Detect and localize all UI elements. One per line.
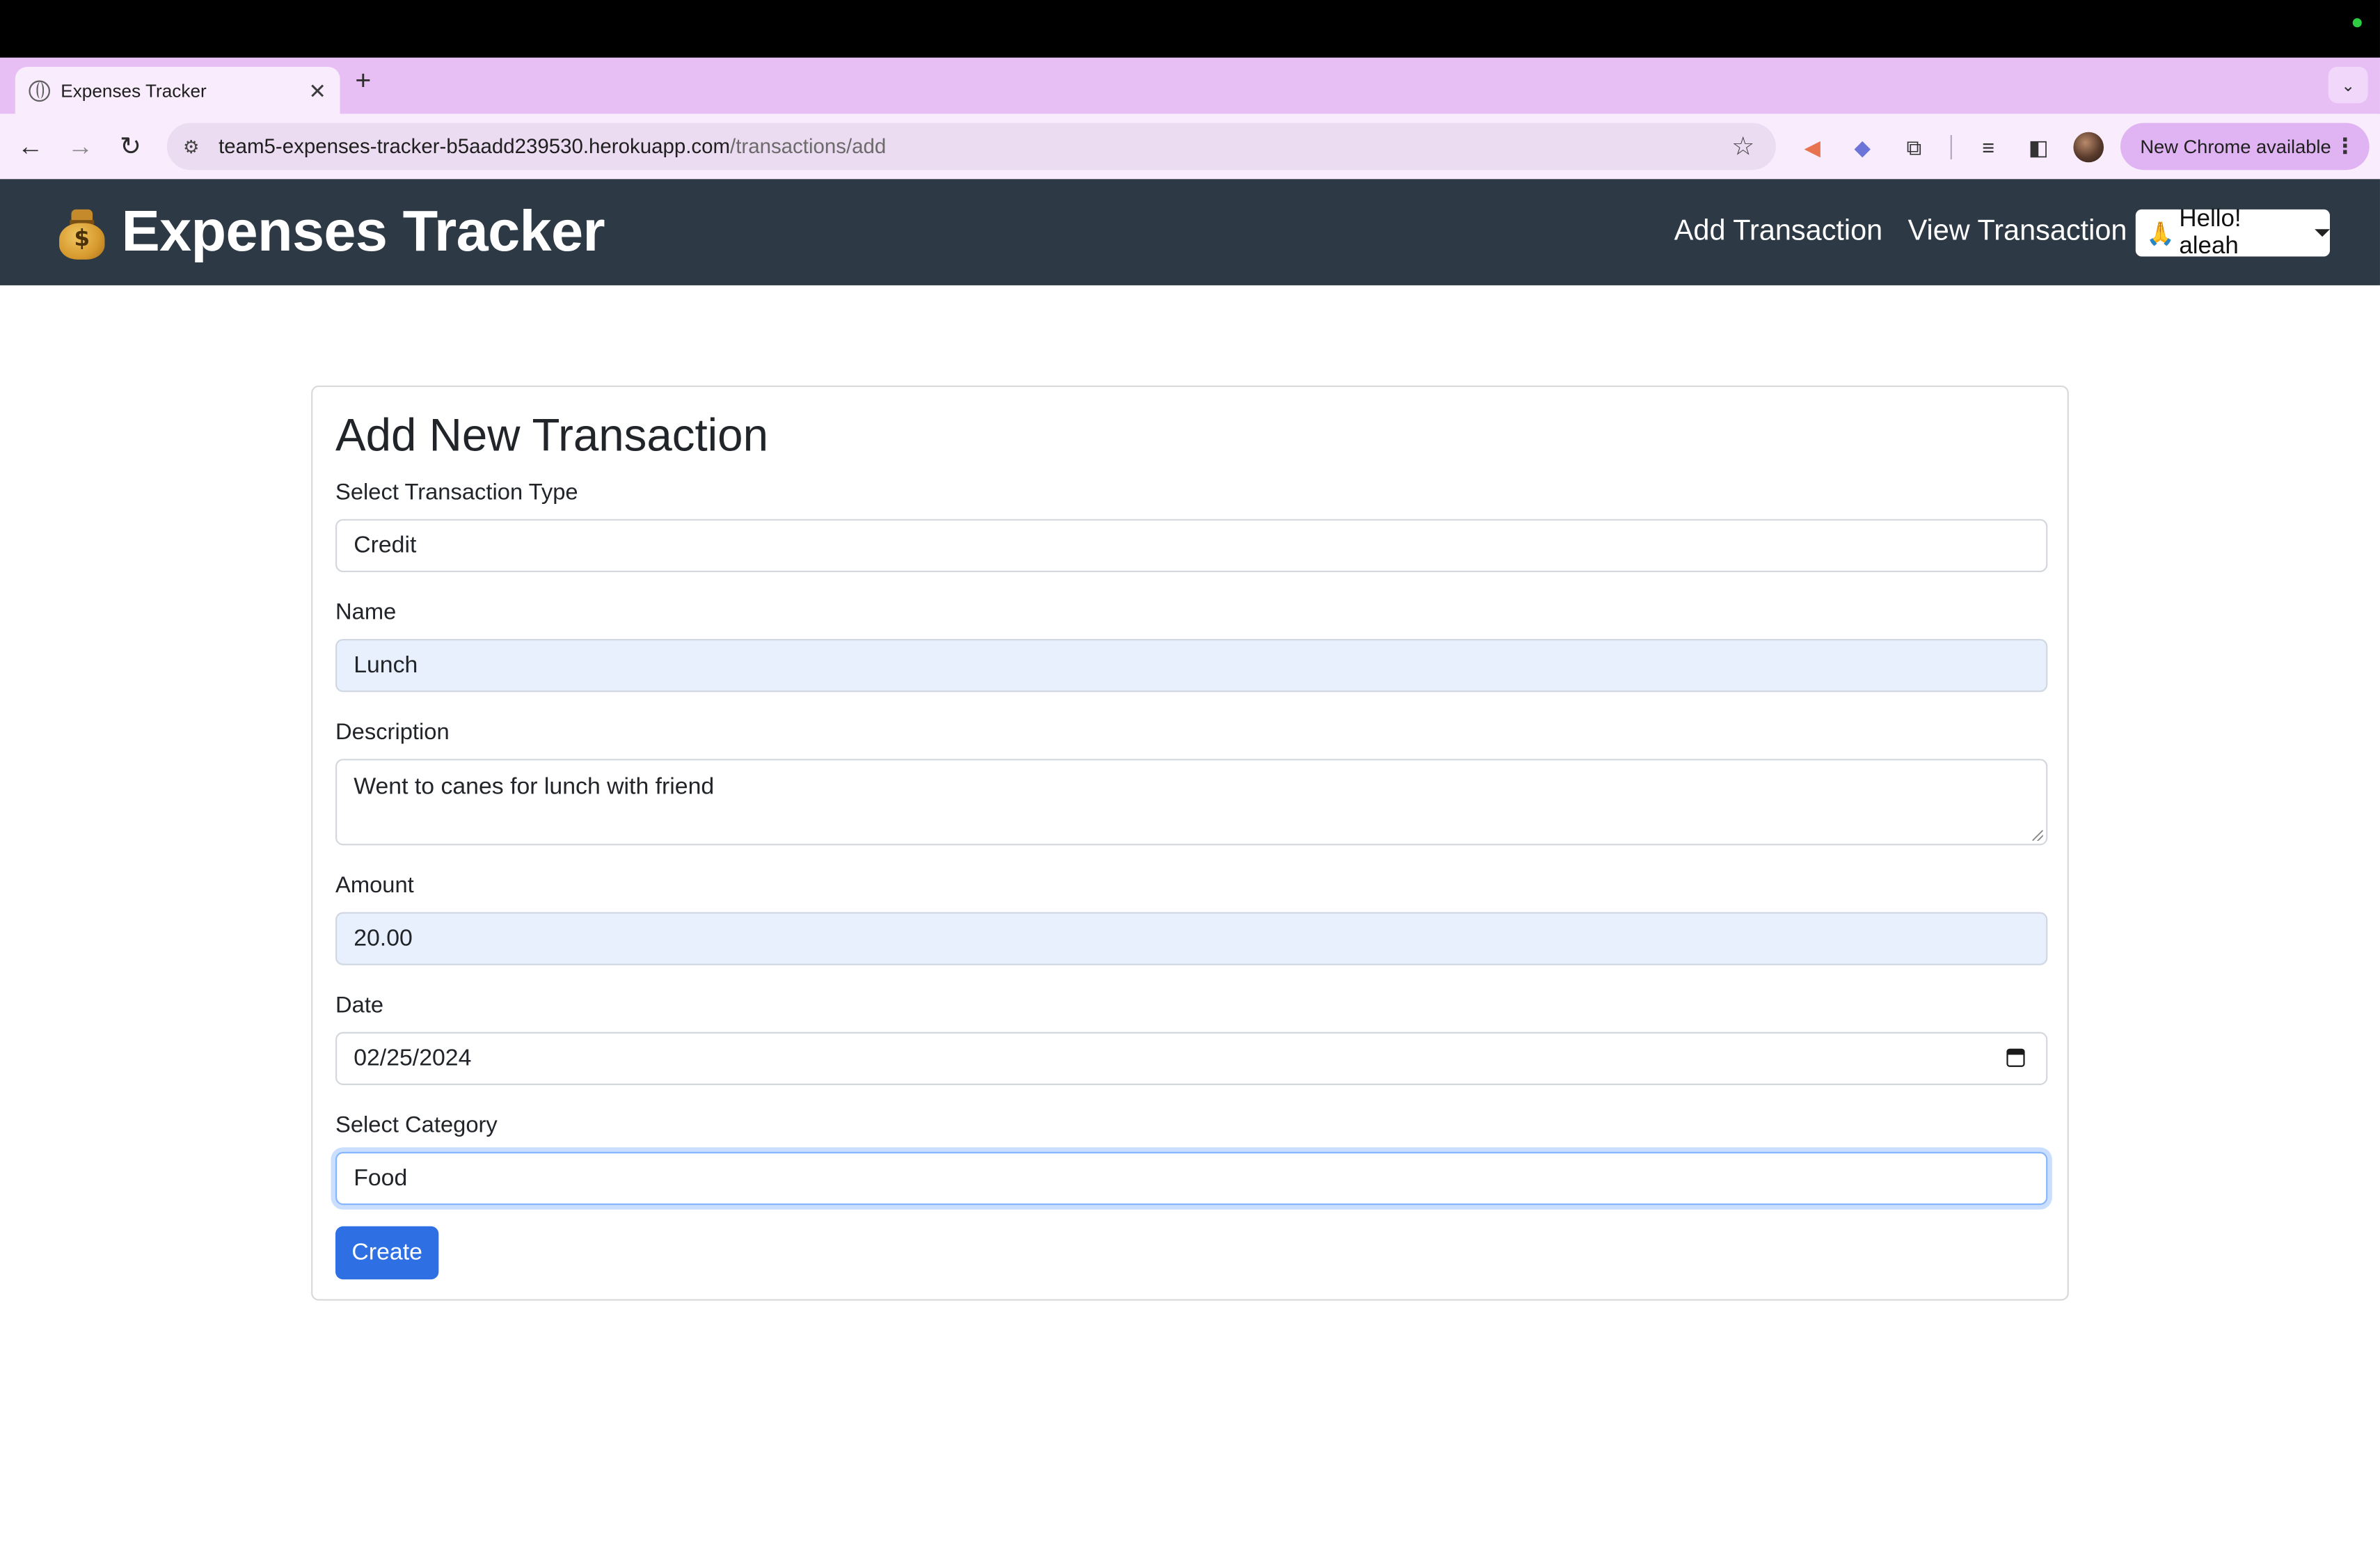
caret-down-icon (2315, 229, 2330, 237)
date-value: 02/25/2024 (354, 1045, 472, 1071)
browser-tab[interactable]: Expenses Tracker ✕ (15, 66, 340, 114)
forward-arrow-icon: → (68, 132, 94, 161)
profile-avatar[interactable] (2073, 132, 2104, 163)
reload-icon: ↻ (120, 132, 142, 161)
address-bar[interactable]: ⚙ team5-expenses-tracker-b5aadd239530.he… (166, 123, 1776, 171)
create-button[interactable]: Create (335, 1226, 439, 1280)
chrome-update-button[interactable]: New Chrome available ⋮ (2120, 123, 2370, 171)
amount-label: Amount (335, 872, 414, 899)
nav-add-transaction[interactable]: Add Transaction (1674, 216, 1882, 249)
toolbar-divider (1950, 135, 1952, 159)
resize-handle-icon[interactable] (2032, 830, 2043, 841)
user-menu-dropdown[interactable]: 🙏 Hello! aleah (2135, 205, 2330, 259)
amount-input[interactable]: 20.00 (335, 912, 2048, 965)
description-label: Description (335, 719, 450, 745)
extensions-puzzle-icon[interactable]: ⧉ (1899, 132, 1930, 163)
forward-button[interactable]: → (62, 129, 98, 165)
new-tab-button[interactable]: + (355, 67, 371, 94)
chrome-update-label: New Chrome available (2140, 136, 2331, 157)
category-label: Select Category (335, 1112, 498, 1139)
os-menu-bar (0, 0, 2380, 58)
url-path: /transactions/add (730, 135, 887, 158)
calendar-icon[interactable] (2006, 1048, 2025, 1067)
nav-view-transaction[interactable]: View Transaction (1908, 216, 2127, 249)
name-label: Name (335, 599, 397, 626)
date-input[interactable]: 02/25/2024 (335, 1032, 2048, 1085)
extension-video-icon[interactable]: ◀ (1797, 132, 1827, 163)
transaction-type-value: Credit (354, 532, 417, 558)
app-navbar: $ Expenses Tracker Add Transaction View … (0, 179, 2380, 285)
transaction-form-card: Add New Transaction Select Transaction T… (311, 385, 2069, 1301)
date-label: Date (335, 992, 384, 1019)
back-button[interactable]: ← (12, 129, 48, 165)
description-textarea[interactable]: Went to canes for lunch with friend (335, 759, 2048, 846)
more-menu-icon[interactable]: ⋮ (2335, 134, 2356, 159)
user-greeting: Hello! aleah (2179, 205, 2242, 259)
brand-title: Expenses Tracker (121, 200, 605, 264)
browser-toolbar: ← → ↻ ⚙ team5-expenses-tracker-b5aadd239… (0, 113, 2380, 180)
url-host: team5-expenses-tracker-b5aadd239530.hero… (219, 135, 731, 158)
media-controls-icon[interactable]: ≡ (1973, 132, 2004, 163)
name-value: Lunch (354, 651, 418, 678)
tab-title: Expenses Tracker (61, 79, 207, 101)
tab-search-button[interactable]: ⌄ (2328, 66, 2368, 104)
globe-icon (29, 79, 50, 101)
transaction-type-select[interactable]: Credit (335, 519, 2048, 573)
back-arrow-icon: ← (17, 132, 44, 161)
category-select[interactable]: Food (335, 1151, 2048, 1206)
description-value: Went to canes for lunch with friend (354, 774, 715, 800)
bookmark-star-icon[interactable]: ☆ (1731, 132, 1754, 163)
brand-link[interactable]: $ Expenses Tracker (58, 200, 605, 266)
folded-hands-icon: 🙏 (2146, 221, 2175, 247)
transaction-type-label: Select Transaction Type (335, 480, 578, 506)
camera-indicator-icon (2352, 18, 2362, 28)
side-panel-icon[interactable]: ◧ (2023, 132, 2054, 163)
reload-button[interactable]: ↻ (112, 129, 148, 165)
close-tab-icon[interactable]: ✕ (308, 79, 326, 101)
money-bag-icon: $ (58, 205, 106, 260)
chevron-down-icon: ⌄ (2341, 77, 2356, 95)
amount-value: 20.00 (354, 924, 413, 951)
category-value: Food (354, 1164, 408, 1191)
page-title: Add New Transaction (335, 411, 768, 461)
site-info-icon[interactable]: ⚙ (179, 134, 203, 159)
name-input[interactable]: Lunch (335, 638, 2048, 693)
browser-window: Expenses Tracker ✕ + ⌄ ← → ↻ ⚙ team5-exp… (0, 0, 2380, 1548)
extension-bird-icon[interactable]: ◆ (1847, 132, 1878, 163)
